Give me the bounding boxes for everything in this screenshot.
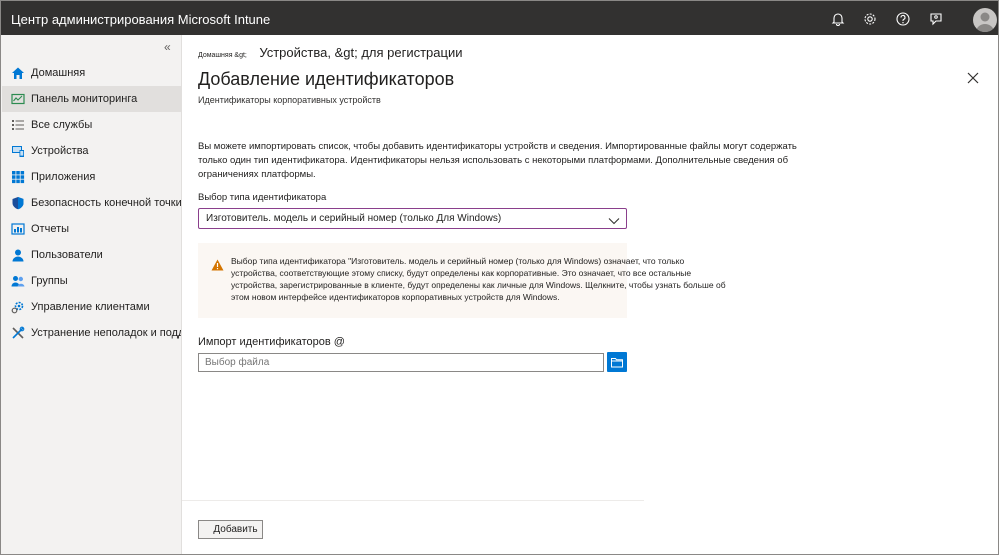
groups-icon [10, 273, 26, 289]
warning-icon [211, 258, 224, 276]
chevron-down-icon [608, 213, 620, 231]
footer-divider [182, 500, 644, 501]
collapse-sidebar-button[interactable]: « [164, 40, 171, 54]
sidebar-item-reports[interactable]: Отчеты [2, 216, 181, 242]
identifier-type-selected-value: Изготовитель. модель и серийный номер (т… [206, 213, 502, 224]
sidebar: « Домашняя Панель мониторинга Все службы… [1, 35, 182, 554]
tenant-admin-icon [10, 299, 26, 315]
identifier-type-dropdown[interactable]: Изготовитель. модель и серийный номер (т… [198, 208, 627, 229]
breadcrumb-home-link[interactable]: Домашняя &gt; [198, 52, 247, 59]
file-select-input[interactable] [198, 353, 604, 372]
troubleshoot-icon [10, 325, 26, 341]
sidebar-item-troubleshooting[interactable]: Устранение неполадок и поддержка [2, 320, 181, 346]
page-subtitle: Идентификаторы корпоративных устройств [198, 95, 381, 105]
sidebar-item-home[interactable]: Домашняя [2, 60, 181, 86]
dashboard-icon [10, 91, 26, 107]
user-icon [10, 247, 26, 263]
import-identifiers-label: Импорт идентификаторов @ [198, 336, 345, 348]
close-icon[interactable] [963, 68, 983, 88]
home-icon [10, 65, 26, 81]
sidebar-item-label: Пользователи [31, 249, 103, 261]
sidebar-item-all-services[interactable]: Все службы [2, 112, 181, 138]
sidebar-item-label: Управление клиентами [31, 301, 150, 313]
sidebar-item-groups[interactable]: Группы [2, 268, 181, 294]
feedback-icon[interactable] [925, 8, 947, 30]
warning-message: Выбор типа идентификатора "Изготовитель.… [198, 243, 726, 318]
add-button[interactable]: Добавить [198, 520, 263, 539]
page-title: Добавление идентификаторов [198, 69, 455, 89]
breadcrumb: Домашняя &gt; Устройства, &gt; для регис… [198, 44, 462, 62]
sidebar-item-devices[interactable]: Устройства [2, 138, 181, 164]
devices-icon [10, 143, 26, 159]
folder-icon[interactable] [607, 352, 627, 372]
sidebar-item-label: Все службы [31, 119, 93, 131]
reports-icon [10, 221, 26, 237]
top-bar: Центр администрирования Microsoft Intune [1, 1, 998, 35]
sidebar-item-label: Домашняя [31, 67, 86, 79]
breadcrumb-current[interactable]: Устройства, &gt; для регистрации [259, 45, 462, 60]
help-icon[interactable] [892, 8, 914, 30]
description-text: Вы можете импортировать список, чтобы до… [198, 141, 797, 180]
sidebar-item-label: Устройства [31, 145, 89, 157]
list-icon [10, 117, 26, 133]
sidebar-item-users[interactable]: Пользователи [2, 242, 181, 268]
sidebar-item-tenant-admin[interactable]: Управление клиентами [2, 294, 181, 320]
identifier-type-label-text: Выбор типа идентификатора [198, 192, 327, 203]
bell-icon[interactable] [827, 8, 849, 30]
apps-icon [10, 169, 26, 185]
shield-icon [10, 195, 26, 211]
sidebar-item-label: Панель мониторинга [31, 93, 138, 105]
sidebar-item-label: Отчеты [31, 223, 70, 235]
sidebar-item-label: Приложения [31, 171, 96, 183]
warning-text[interactable]: Выбор типа идентификатора "Изготовитель.… [231, 255, 731, 303]
app-title[interactable]: Центр администрирования Microsoft Intune [11, 12, 270, 27]
sidebar-item-label: Безопасность конечной точки [31, 197, 181, 209]
sidebar-item-label: Устранение неполадок и поддержка [31, 327, 181, 339]
sidebar-item-endpoint-security[interactable]: Безопасность конечной точки [2, 190, 181, 216]
sidebar-item-label: Группы [31, 275, 68, 287]
avatar[interactable] [973, 8, 997, 32]
sidebar-item-apps[interactable]: Приложения [2, 164, 181, 190]
gear-icon[interactable] [859, 8, 881, 30]
sidebar-item-dashboard[interactable]: Панель мониторинга [2, 86, 181, 112]
identifier-type-label: Выбор типа идентификатора [198, 192, 326, 203]
app-window: Центр администрирования Microsoft Intune… [0, 0, 999, 555]
